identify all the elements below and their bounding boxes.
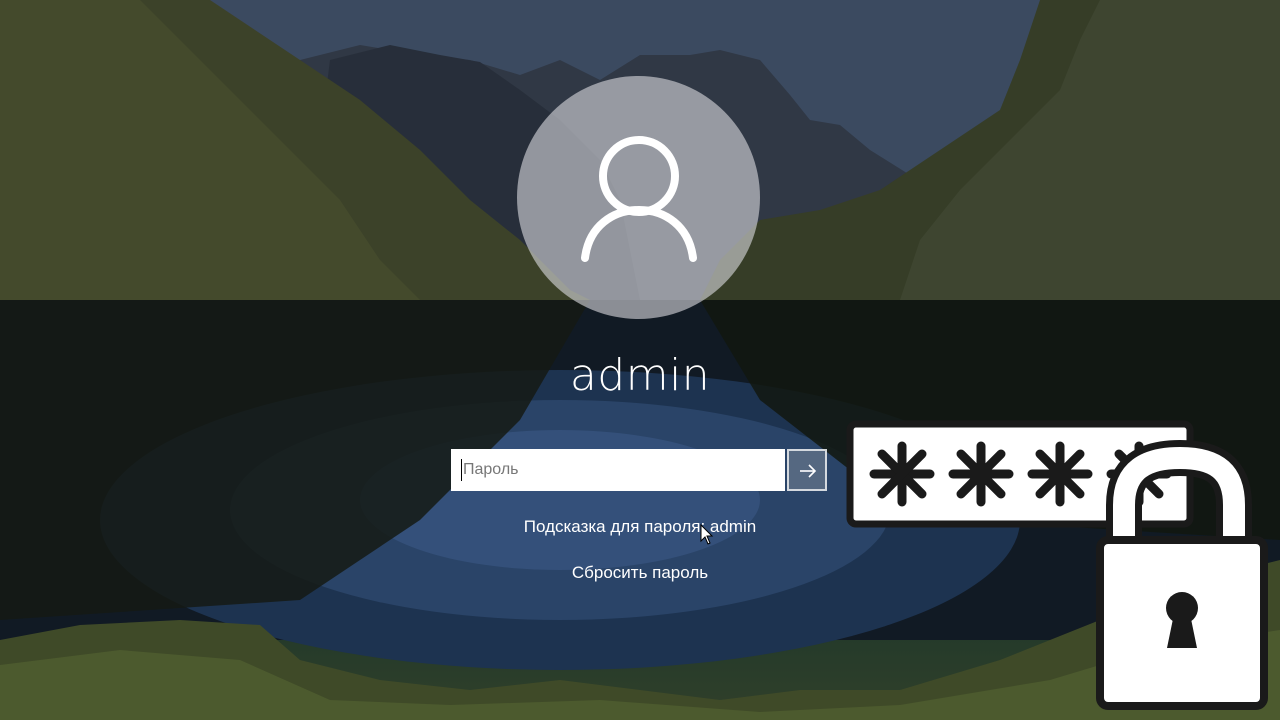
username-label: admin bbox=[569, 350, 711, 401]
lock-screen: admin Подсказка для пароля: admin Сброси… bbox=[0, 0, 1280, 720]
password-hint: Подсказка для пароля: admin bbox=[523, 517, 757, 536]
password-lock-graphic bbox=[846, 420, 1280, 720]
password-row bbox=[451, 449, 827, 491]
user-silhouette-icon bbox=[581, 136, 697, 262]
text-caret bbox=[461, 459, 462, 481]
arrow-right-icon bbox=[800, 464, 817, 478]
user-avatar bbox=[517, 76, 760, 319]
submit-button[interactable] bbox=[787, 449, 827, 491]
mouse-pointer-icon bbox=[700, 524, 714, 545]
password-input[interactable] bbox=[451, 449, 785, 491]
reset-password-link[interactable]: Сбросить пароль bbox=[490, 563, 790, 583]
padlock-icon bbox=[1096, 439, 1268, 710]
